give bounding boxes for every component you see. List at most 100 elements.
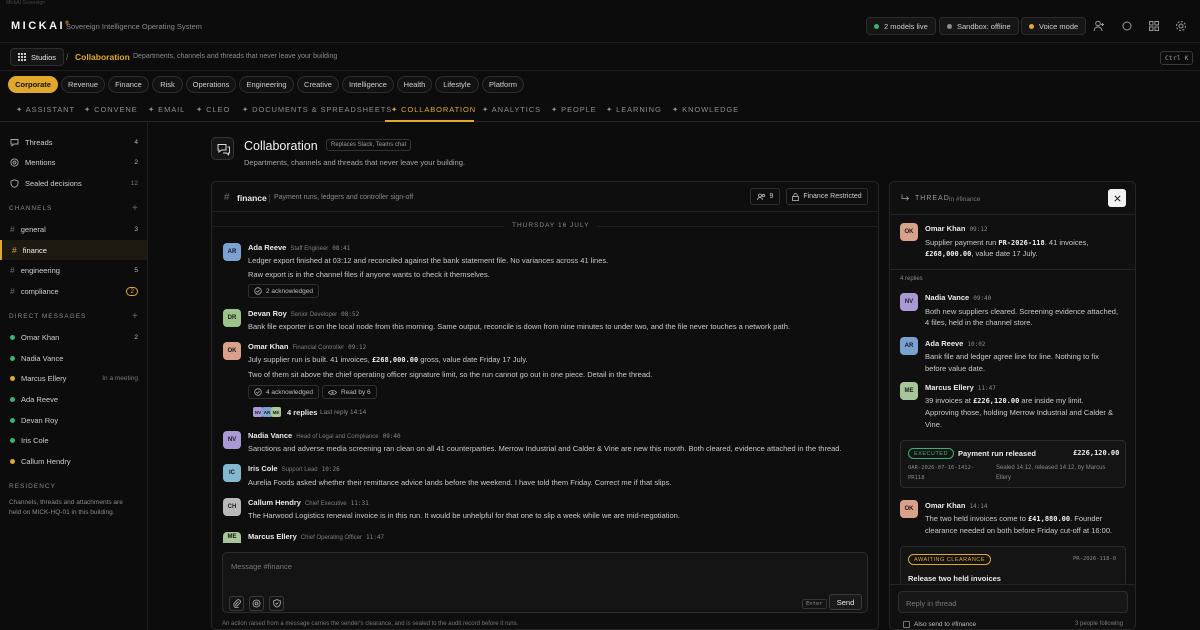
close-thread-button[interactable] xyxy=(1108,189,1126,207)
read-receipt-chip[interactable]: Read by 6 xyxy=(322,385,377,399)
tab-documents[interactable]: ✦ DOCUMENTS & SPREADSHEETS xyxy=(242,105,392,114)
composer-input[interactable]: Message #finance xyxy=(231,562,292,571)
sandbox-status-pill[interactable]: Sandbox: offline xyxy=(939,17,1019,35)
category-lifestyle[interactable]: Lifestyle xyxy=(435,76,479,93)
members-button[interactable]: 9 xyxy=(750,188,780,205)
attach-button[interactable] xyxy=(229,596,244,611)
executed-card[interactable]: EXECUTED Payment run released £226,120.0… xyxy=(900,440,1126,488)
category-finance[interactable]: Finance xyxy=(108,76,149,93)
reply-author[interactable]: Omar Khan 14:14 xyxy=(925,501,988,510)
close-icon xyxy=(1113,194,1121,202)
avatar[interactable]: ME xyxy=(900,382,918,400)
acknowledge-chip[interactable]: 2 acknowledged xyxy=(248,284,319,298)
category-revenue[interactable]: Revenue xyxy=(61,76,105,93)
thread-root-author[interactable]: Omar Khan 09:12 xyxy=(925,224,988,233)
sidebar-item-sealed-decisions[interactable]: Sealed decisions 12 xyxy=(0,173,147,193)
tab-people[interactable]: ✦ PEOPLE xyxy=(551,105,597,114)
mention-button[interactable] xyxy=(249,596,264,611)
avatar[interactable]: NV xyxy=(900,293,918,311)
sidebar-item-engineering[interactable]: # engineering 5 xyxy=(0,260,147,280)
tab-convene[interactable]: ✦ CONVENE xyxy=(84,105,138,114)
app-logo[interactable]: MICKAI® xyxy=(11,20,71,32)
sidebar-item-threads[interactable]: Threads 4 xyxy=(0,132,147,152)
command-shortcut[interactable]: Ctrl K xyxy=(1160,51,1194,65)
add-dm-button[interactable]: + xyxy=(132,311,138,322)
tab-analytics[interactable]: ✦ ANALYTICS xyxy=(482,105,541,114)
message-author[interactable]: Iris Cole Support Lead 10:26 xyxy=(248,464,340,473)
settings-icon[interactable] xyxy=(1174,19,1188,33)
dm-devan-roy[interactable]: Devan Roy xyxy=(0,410,147,430)
message-author[interactable]: Nadia Vance Head of Legal and Compliance 0… xyxy=(248,431,401,440)
tab-learning[interactable]: ✦ LEARNING xyxy=(606,105,662,114)
executed-amount: £226,120.00 xyxy=(1073,449,1120,457)
add-channel-button[interactable]: + xyxy=(132,203,138,214)
voice-mode-pill[interactable]: Voice mode xyxy=(1021,17,1087,35)
avatar[interactable]: DR xyxy=(223,309,241,327)
message-author[interactable]: Marcus Ellery Chief Operating Officer 11:4… xyxy=(248,532,384,541)
thread-reply-input[interactable]: Reply in thread xyxy=(898,591,1128,613)
avatar[interactable]: OK xyxy=(223,342,241,360)
category-health[interactable]: Health xyxy=(397,76,432,93)
dm-nadia-vance[interactable]: Nadia Vance xyxy=(0,348,147,368)
models-status-pill[interactable]: 2 models live xyxy=(866,17,936,35)
sidebar-item-finance[interactable]: # finance xyxy=(0,240,147,260)
message-author[interactable]: Ada Reeve Staff Engineer 08:41 xyxy=(248,243,350,252)
reply-author[interactable]: Nadia Vance 09:40 xyxy=(925,293,991,302)
avatar[interactable]: CH xyxy=(223,498,241,516)
executed-ref: PR118 xyxy=(908,475,925,481)
thread-replies-link[interactable]: 4 replies xyxy=(287,408,317,417)
message-author[interactable]: Devan Roy Senior Developer 08:52 xyxy=(248,309,359,318)
dm-ada-reeve[interactable]: Ada Reeve xyxy=(0,389,147,409)
message-author[interactable]: Omar Khan Financial Controller 09:12 xyxy=(248,342,366,351)
tab-knowledge[interactable]: ✦ KNOWLEDGE xyxy=(672,105,739,114)
tab-assistant[interactable]: ✦ ASSISTANT xyxy=(16,105,75,114)
seal-action-button[interactable] xyxy=(269,596,284,611)
category-operations[interactable]: Operations xyxy=(186,76,236,93)
avatar[interactable]: OK xyxy=(900,500,918,518)
grid-icon[interactable] xyxy=(1147,19,1161,33)
tab-email[interactable]: ✦ EMAIL xyxy=(148,105,185,114)
tab-cleo[interactable]: ✦ CLEO xyxy=(196,105,230,114)
reply-author[interactable]: Ada Reeve 10:02 xyxy=(925,339,985,348)
also-send-checkbox[interactable] xyxy=(903,621,910,628)
breadcrumb-current[interactable]: Collaboration xyxy=(75,52,130,62)
dm-omar-khan[interactable]: Omar Khan 2 xyxy=(0,327,147,347)
message-author[interactable]: Callum Hendry Chief Executive 11:31 xyxy=(248,498,369,507)
studios-button[interactable]: Studios xyxy=(10,48,65,66)
category-engineering[interactable]: Engineering xyxy=(239,76,294,93)
user-icon[interactable] xyxy=(1092,19,1106,33)
dm-marcus-ellery[interactable]: Marcus Ellery In a meeting xyxy=(0,368,147,388)
circle-icon[interactable] xyxy=(1120,19,1134,33)
send-button[interactable]: Send xyxy=(829,594,862,610)
reply-author[interactable]: Marcus Ellery 11:47 xyxy=(925,383,996,392)
category-risk[interactable]: Risk xyxy=(152,76,183,93)
dm-iris-cole[interactable]: Iris Cole xyxy=(0,430,147,450)
following-count: 3 people following xyxy=(1075,621,1124,627)
category-corporate[interactable]: Corporate xyxy=(8,76,58,93)
awaiting-clearance-card[interactable]: AWAITING CLEARANCE PR-2026-118-0 Release… xyxy=(900,546,1126,586)
sidebar-item-general[interactable]: # general 3 xyxy=(0,219,147,239)
acknowledge-label: 4 acknowledged xyxy=(266,388,313,396)
restriction-badge[interactable]: Finance Restricted xyxy=(786,188,868,205)
avatar[interactable]: AR xyxy=(900,337,918,355)
category-intelligence[interactable]: Intelligence xyxy=(342,76,394,93)
sidebar-item-mentions[interactable]: Mentions 2 xyxy=(0,152,147,172)
acknowledge-chip[interactable]: 4 acknowledged xyxy=(248,385,319,399)
avatar[interactable]: NV xyxy=(223,431,241,449)
category-platform[interactable]: Platform xyxy=(482,76,524,93)
dm-callum-hendry[interactable]: Callum Hendry xyxy=(0,451,147,471)
category-creative[interactable]: Creative xyxy=(297,76,339,93)
avatar[interactable]: AR xyxy=(223,243,241,261)
sidebar-item-compliance[interactable]: # compliance 2 xyxy=(0,281,147,301)
at-icon xyxy=(10,157,19,167)
composer-footer-note: An action raised from a message carries … xyxy=(222,621,519,627)
executed-note: Sealed 14:12, released 14:12, by Marcus xyxy=(996,465,1106,471)
message-composer[interactable]: Message #finance Enter Send xyxy=(222,552,868,613)
sidebar-item-label: general xyxy=(20,224,46,234)
tab-collaboration[interactable]: ✦ COLLABORATION xyxy=(391,105,476,114)
reply-text: clearance needed on both before Friday c… xyxy=(925,526,1113,535)
avatar[interactable]: ME xyxy=(223,532,241,543)
avatar[interactable]: OK xyxy=(900,223,918,241)
avatar[interactable]: IC xyxy=(223,464,241,482)
reply-text: Both new suppliers cleared. Screening ev… xyxy=(925,307,1119,316)
